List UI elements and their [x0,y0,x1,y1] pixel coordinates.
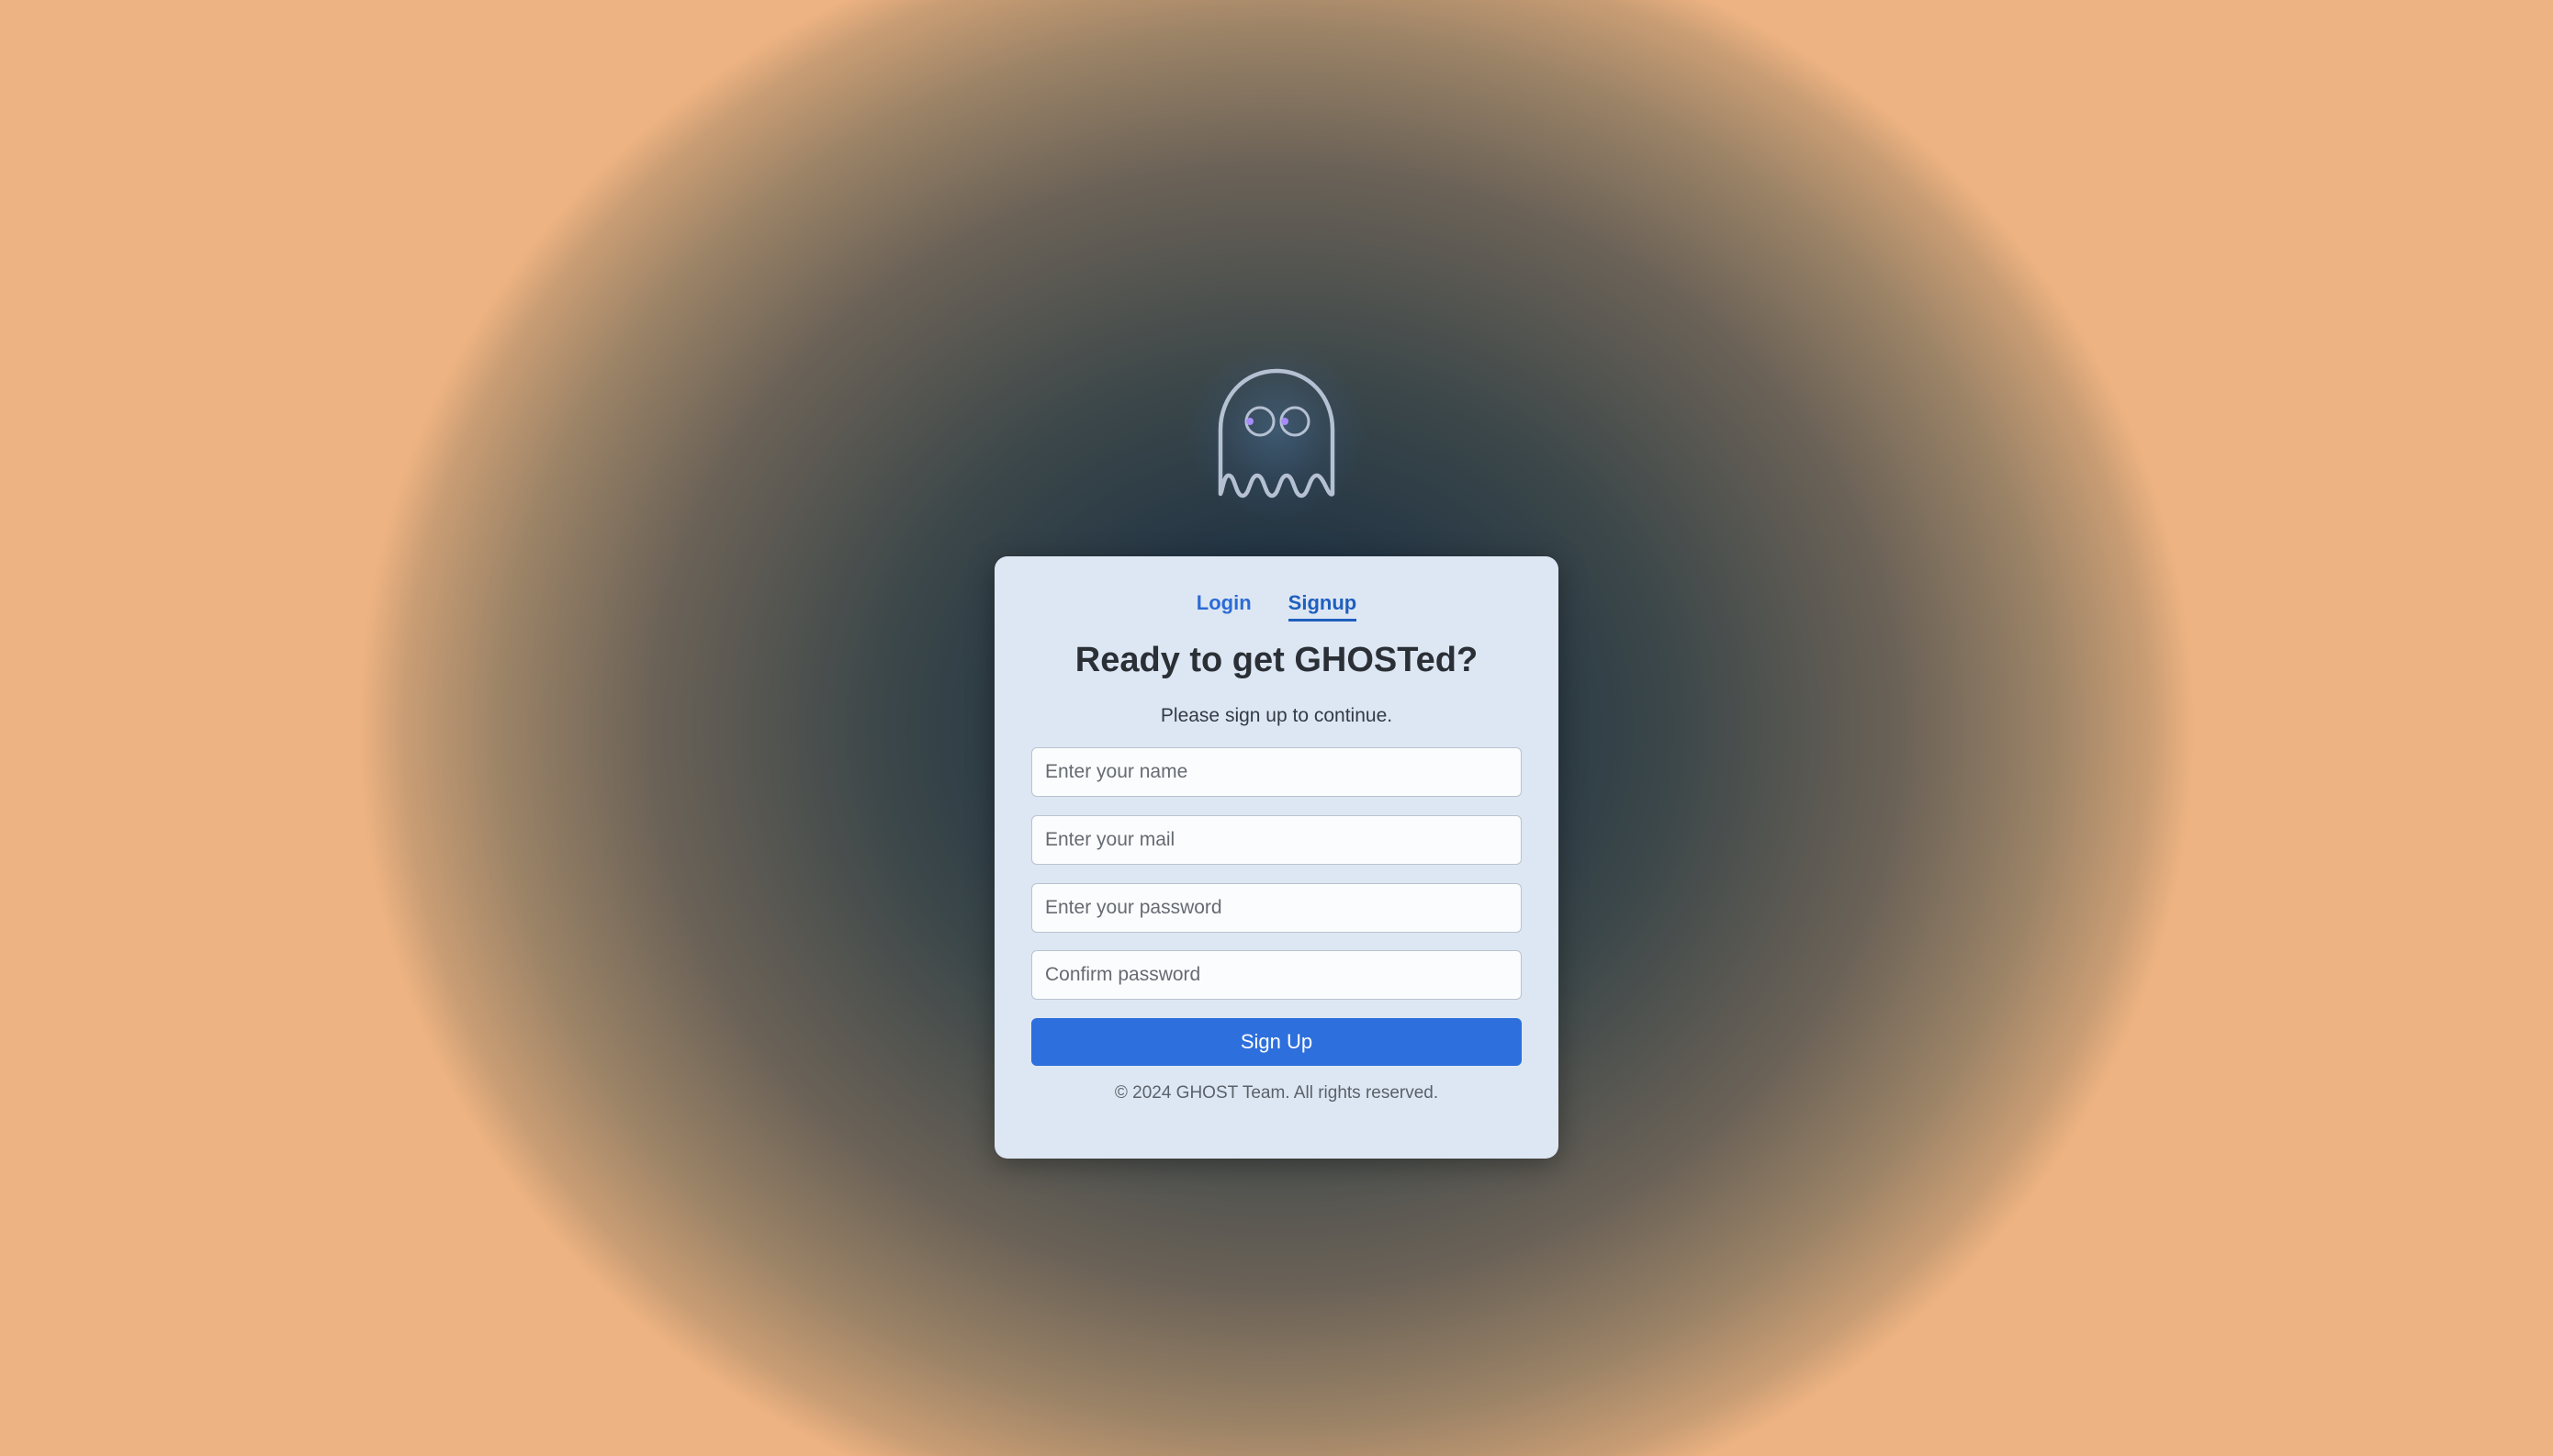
copyright-footer: © 2024 GHOST Team. All rights reserved. [1114,1083,1439,1103]
name-input[interactable] [1031,747,1522,797]
sign-up-button[interactable]: Sign Up [1031,1018,1522,1066]
tab-login[interactable]: Login [1197,591,1252,622]
password-input[interactable] [1031,883,1522,933]
ghost-icon [1218,368,1335,498]
page-title: Ready to get GHOSTed? [1074,641,1479,679]
confirm-password-input[interactable] [1031,950,1522,1000]
logo [1208,358,1345,505]
email-input[interactable] [1031,815,1522,865]
tab-signup[interactable]: Signup [1288,591,1357,622]
page-subtitle: Please sign up to continue. [1160,705,1393,726]
signup-card: Login Signup Ready to get GHOSTed? Pleas… [995,556,1558,1159]
auth-tabs: Login Signup [995,591,1558,622]
